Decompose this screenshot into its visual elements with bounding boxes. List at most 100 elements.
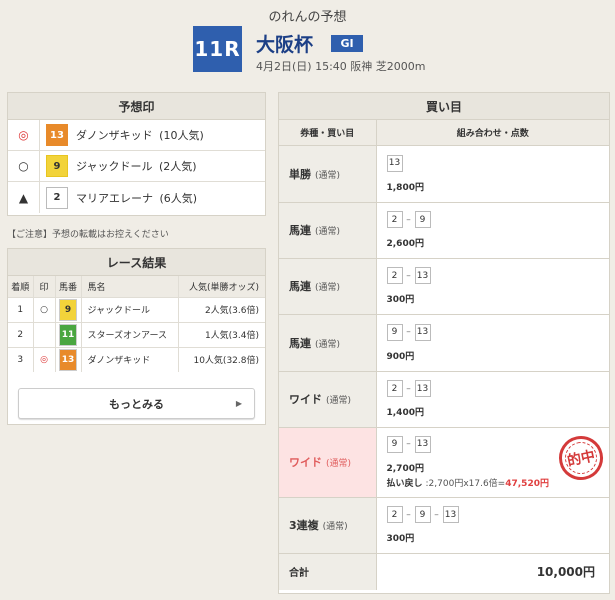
popularity: (10人気) — [159, 129, 204, 142]
bet-row: 馬連 (通常) 9 – 13 900円 — [279, 314, 609, 372]
horse-number-box: 13 — [386, 154, 403, 172]
notice-text: 【ご注意】予想の転載はお控えください — [7, 230, 169, 240]
horse-number-badge: 11 — [59, 323, 77, 346]
result-panel-title: レース結果 — [8, 249, 265, 276]
bet-row: 馬連 (通常) 2 – 13 300円 — [279, 258, 609, 315]
prediction-panel: 予想印 ◎ 13 ダノンザキッド (10人気) ○ 9 ジャックドール (2人気… — [7, 92, 266, 216]
popularity: 10人気(32.8倍) — [193, 356, 259, 367]
bets-panel-title: 買い目 — [279, 93, 609, 120]
horse-number-box: 2 — [386, 380, 403, 397]
taikou-mark-icon: ○ — [8, 150, 40, 182]
popularity: 2人気(3.6倍) — [178, 297, 265, 323]
horse-number-box: 2 — [386, 211, 403, 228]
horse-number-box: 9 — [386, 435, 403, 453]
result-header-row: 着順 印 馬番 馬名 人気(単勝オッズ) — [8, 276, 265, 298]
bet-row-hit: ワイド (通常) 9 – 13 2,700円 払い戻し:2,700円x17.6倍=… — [279, 427, 609, 498]
bet-method: (通常) — [326, 396, 352, 406]
horse-name[interactable]: ジャックドール — [76, 160, 152, 173]
page-title: のれんの予想 — [268, 10, 347, 25]
rank: 1 — [8, 297, 34, 323]
result-row: 1 ○ 9 ジャックドール 2人気(3.6倍) — [8, 297, 265, 323]
mark-icon — [33, 322, 56, 348]
total-label: 合計 — [279, 553, 377, 590]
horse-name[interactable]: ダノンザキッド — [81, 347, 180, 372]
result-row: 3 ◎ 13 ダノンザキッド 10人気(32.8倍) — [8, 347, 265, 372]
combination: 2 – 9 — [386, 211, 600, 228]
payout: 払い戻し:2,700円x17.6倍=47,520円 — [387, 476, 600, 489]
tanana-mark-icon: ▲ — [8, 182, 40, 213]
col-combination: 組み合わせ・点数 — [376, 120, 609, 146]
horse-number-box: 13 — [414, 267, 431, 284]
bets-header-row: 券種・買い目 組み合わせ・点数 — [279, 120, 609, 146]
result-row: 2 11 スターズオンアース 1人気(3.4倍) — [8, 322, 265, 348]
race-name: 大阪杯 — [256, 34, 314, 56]
bet-type: ワイド — [289, 393, 322, 406]
col-horse-name: 馬名 — [81, 276, 180, 298]
grade-badge: GI — [331, 35, 363, 52]
combination: 9 – 13 — [386, 323, 600, 341]
bet-method: (通常) — [315, 283, 341, 293]
col-mark: 印 — [33, 276, 56, 298]
chevron-right-icon: ▶ — [235, 399, 242, 408]
horse-number-badge: 2 — [46, 186, 68, 209]
bet-row: 単勝 (通常) 13 1,800円 — [279, 145, 609, 203]
horse-number-box: 9 — [414, 211, 431, 228]
horse-number-badge: 9 — [59, 298, 77, 321]
horse-number-box: 13 — [442, 506, 459, 523]
horse-number-badge: 13 — [46, 124, 68, 146]
rank: 2 — [8, 322, 34, 348]
bet-method: (通常) — [315, 339, 341, 350]
horse-number-box: 13 — [414, 380, 431, 397]
horse-number-badge: 9 — [46, 155, 68, 177]
horse-number-box: 2 — [386, 506, 403, 523]
horse-number-box: 2 — [386, 267, 403, 284]
rank: 3 — [8, 347, 34, 372]
bets-table: 券種・買い目 組み合わせ・点数 単勝 (通常) 13 1,800円 馬連 (通常) … — [279, 120, 609, 590]
combination: 2 – 9 – 13 — [386, 506, 600, 523]
horse-number-box: 9 — [386, 323, 403, 341]
bet-method: (通常) — [326, 459, 352, 469]
bet-method: (通常) — [315, 170, 341, 181]
prediction-panel-title: 予想印 — [8, 93, 265, 120]
payout-value: 47,520円 — [505, 478, 549, 489]
bet-type: 単勝 — [289, 167, 311, 181]
bet-amount: 300円 — [386, 295, 415, 305]
bet-type: 馬連 — [289, 224, 311, 237]
combination: 2 – 13 — [386, 380, 600, 397]
result-table: 着順 印 馬番 馬名 人気(単勝オッズ) 1 ○ 9 ジャックドール 2人気(3… — [8, 276, 265, 372]
bet-method: (通常) — [315, 227, 341, 237]
horse-name[interactable]: マリアエレーナ — [76, 192, 153, 205]
honmei-mark-icon: ◎ — [8, 119, 40, 151]
more-button-label: もっとみる — [109, 397, 164, 411]
col-number: 馬番 — [55, 276, 82, 298]
col-rank: 着順 — [8, 276, 34, 298]
combination: 13 — [386, 154, 600, 172]
horse-name[interactable]: スターズオンアース — [81, 322, 180, 348]
more-button[interactable]: もっとみる ▶ — [18, 388, 255, 419]
horse-number-badge: 13 — [59, 348, 77, 371]
horse-name[interactable]: ダノンザキッド — [76, 129, 153, 142]
col-bet-type: 券種・買い目 — [279, 120, 377, 146]
prediction-list: ◎ 13 ダノンザキッド (10人気) ○ 9 ジャックドール (2人気) ▲ … — [8, 119, 265, 213]
bet-type: ワイド — [289, 456, 322, 469]
horse-number-box: 9 — [414, 506, 431, 523]
prediction-row: ○ 9 ジャックドール (2人気) — [8, 150, 265, 182]
bet-row: 3連複 (通常) 2 – 9 – 13 300円 — [279, 497, 609, 554]
popularity: 1人気(3.4倍) — [178, 322, 265, 348]
bet-amount: 300円 — [386, 534, 415, 544]
payout-label: 払い戻し — [386, 478, 423, 489]
bet-method: (通常) — [322, 522, 348, 532]
bet-amount: 1,800円 — [386, 182, 424, 193]
race-number-badge: 11R — [193, 26, 242, 72]
bet-amount: 900円 — [386, 351, 415, 362]
bet-amount: 2,600円 — [386, 239, 424, 249]
horse-number-box: 13 — [414, 323, 431, 341]
bet-type: 馬連 — [289, 336, 311, 350]
bet-type: 3連複 — [289, 519, 319, 532]
total-row: 合計 10,000円 — [279, 553, 609, 590]
bet-type: 馬連 — [289, 280, 311, 293]
prediction-row: ◎ 13 ダノンザキッド (10人気) — [8, 119, 265, 151]
horse-number-box: 13 — [414, 435, 431, 453]
popularity: (2人気) — [158, 160, 197, 173]
horse-name[interactable]: ジャックドール — [81, 297, 180, 323]
